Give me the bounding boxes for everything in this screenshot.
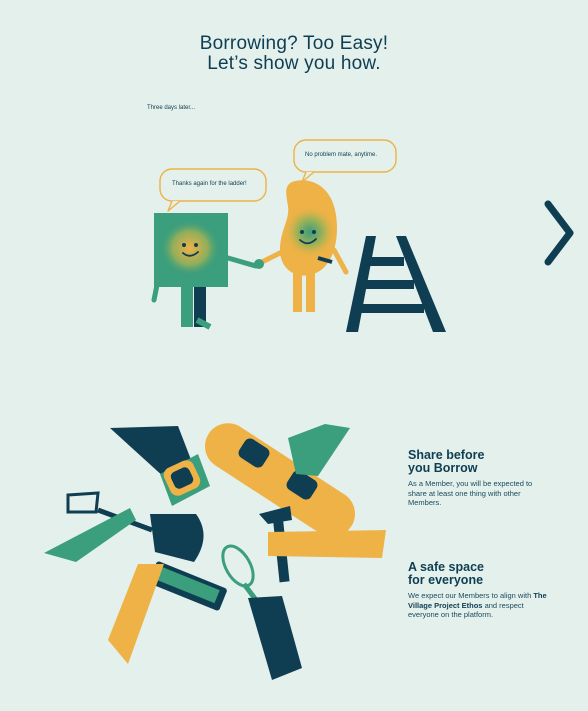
feature-share: Share before you Borrow As a Member, you… [408, 449, 548, 508]
feature-safe-space-body: We expect our Members to align with The … [408, 591, 548, 620]
feature-safe-space-body-start: We expect our Members to align with [408, 591, 534, 600]
green-square-character [151, 213, 259, 330]
feature-share-title-line-2: you Borrow [408, 461, 478, 475]
ladder-icon [346, 236, 446, 332]
chevron-right-icon [544, 200, 574, 266]
yellow-bean-character [259, 180, 349, 312]
speech-bubble-left-tail [167, 200, 181, 212]
feature-share-title: Share before you Borrow [408, 449, 548, 475]
speech-bubble-left-text: Thanks again for the ladder! [172, 181, 247, 187]
feature-safe-space-title-line-2: for everyone [408, 573, 484, 587]
feature-safe-space: A safe space for everyone We expect our … [408, 561, 548, 620]
next-slide-button[interactable] [540, 198, 580, 268]
whisk-icon [221, 544, 302, 680]
feature-share-body: As a Member, you will be expected to sha… [408, 479, 533, 507]
tools-illustration [44, 423, 386, 680]
shovel-icon [44, 491, 204, 562]
speech-bubble-right-text: No problem mate, anytime. [305, 152, 378, 158]
keyboard-icon [108, 561, 227, 664]
feature-safe-space-title: A safe space for everyone [408, 561, 548, 587]
handshake [254, 259, 264, 269]
paddle-green [288, 424, 350, 476]
